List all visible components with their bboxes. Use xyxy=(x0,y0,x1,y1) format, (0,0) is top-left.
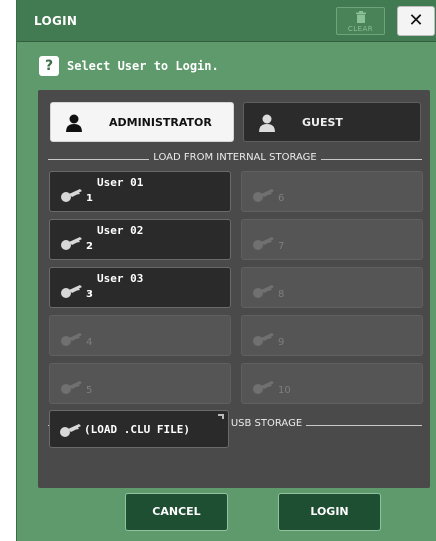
user-name: User 03 xyxy=(97,272,144,285)
user-name: User 01 xyxy=(97,176,144,189)
user-slot-8[interactable]: 8 xyxy=(241,267,423,308)
slot-number: 10 xyxy=(278,385,291,396)
slot-number: 6 xyxy=(278,193,285,204)
slot-number: 9 xyxy=(278,337,285,348)
user-slot-5[interactable]: 5 xyxy=(49,363,231,404)
cancel-button[interactable]: CANCEL xyxy=(125,493,228,531)
user-slot-4[interactable]: 4 xyxy=(49,315,231,356)
slot-number: 5 xyxy=(86,385,93,396)
person-icon xyxy=(259,114,275,132)
clear-button[interactable]: CLEAR xyxy=(336,7,385,35)
title-bar: LOGIN CLEAR ✕ xyxy=(17,0,436,42)
administrator-label: ADMINISTRATOR xyxy=(109,116,212,129)
user-slot-1[interactable]: 1 User 01 xyxy=(49,171,231,212)
user-name: User 02 xyxy=(97,224,144,237)
internal-storage-label: LOAD FROM INTERNAL STORAGE xyxy=(149,152,321,163)
load-clu-file-label: (LOAD .CLU FILE) xyxy=(84,423,190,436)
key-icon xyxy=(61,285,82,298)
key-icon xyxy=(253,285,274,298)
guest-button[interactable]: GUEST xyxy=(243,102,421,142)
internal-storage-heading: LOAD FROM INTERNAL STORAGE xyxy=(48,152,422,166)
key-icon xyxy=(253,189,274,202)
user-slot-2[interactable]: 2 User 02 xyxy=(49,219,231,260)
key-icon xyxy=(253,237,274,250)
slot-number: 8 xyxy=(278,289,285,300)
key-icon xyxy=(61,237,82,250)
key-icon xyxy=(253,381,274,394)
trash-icon xyxy=(356,11,366,23)
slot-number: 4 xyxy=(86,337,93,348)
person-icon xyxy=(66,114,82,132)
question-mark-icon[interactable]: ? xyxy=(39,56,59,76)
dialog-title: LOGIN xyxy=(34,14,78,28)
user-slot-9[interactable]: 9 xyxy=(241,315,423,356)
user-panel: ADMINISTRATOR GUEST LOAD FROM INTERNAL S… xyxy=(38,90,430,488)
guest-label: GUEST xyxy=(302,116,343,129)
key-icon xyxy=(61,381,82,394)
slot-number: 2 xyxy=(86,241,93,252)
administrator-button[interactable]: ADMINISTRATOR xyxy=(50,102,234,142)
user-slot-6[interactable]: 6 xyxy=(241,171,423,212)
key-icon xyxy=(61,333,82,346)
key-icon xyxy=(61,189,82,202)
slot-number: 7 xyxy=(278,241,285,252)
login-dialog: LOGIN CLEAR ✕ ? Select User to Login. AD… xyxy=(16,0,436,541)
popup-indicator-icon xyxy=(218,414,224,419)
slot-number: 3 xyxy=(86,289,93,300)
user-slot-10[interactable]: 10 xyxy=(241,363,423,404)
login-button[interactable]: LOGIN xyxy=(278,493,381,531)
key-icon xyxy=(253,333,274,346)
key-icon xyxy=(60,424,81,437)
slot-number: 1 xyxy=(86,193,93,204)
prompt-text: Select User to Login. xyxy=(67,59,219,73)
clear-label: CLEAR xyxy=(347,25,374,33)
close-button[interactable]: ✕ xyxy=(397,6,435,36)
user-slot-3[interactable]: 3 User 03 xyxy=(49,267,231,308)
user-slot-7[interactable]: 7 xyxy=(241,219,423,260)
load-clu-file-button[interactable]: (LOAD .CLU FILE) xyxy=(49,410,229,448)
